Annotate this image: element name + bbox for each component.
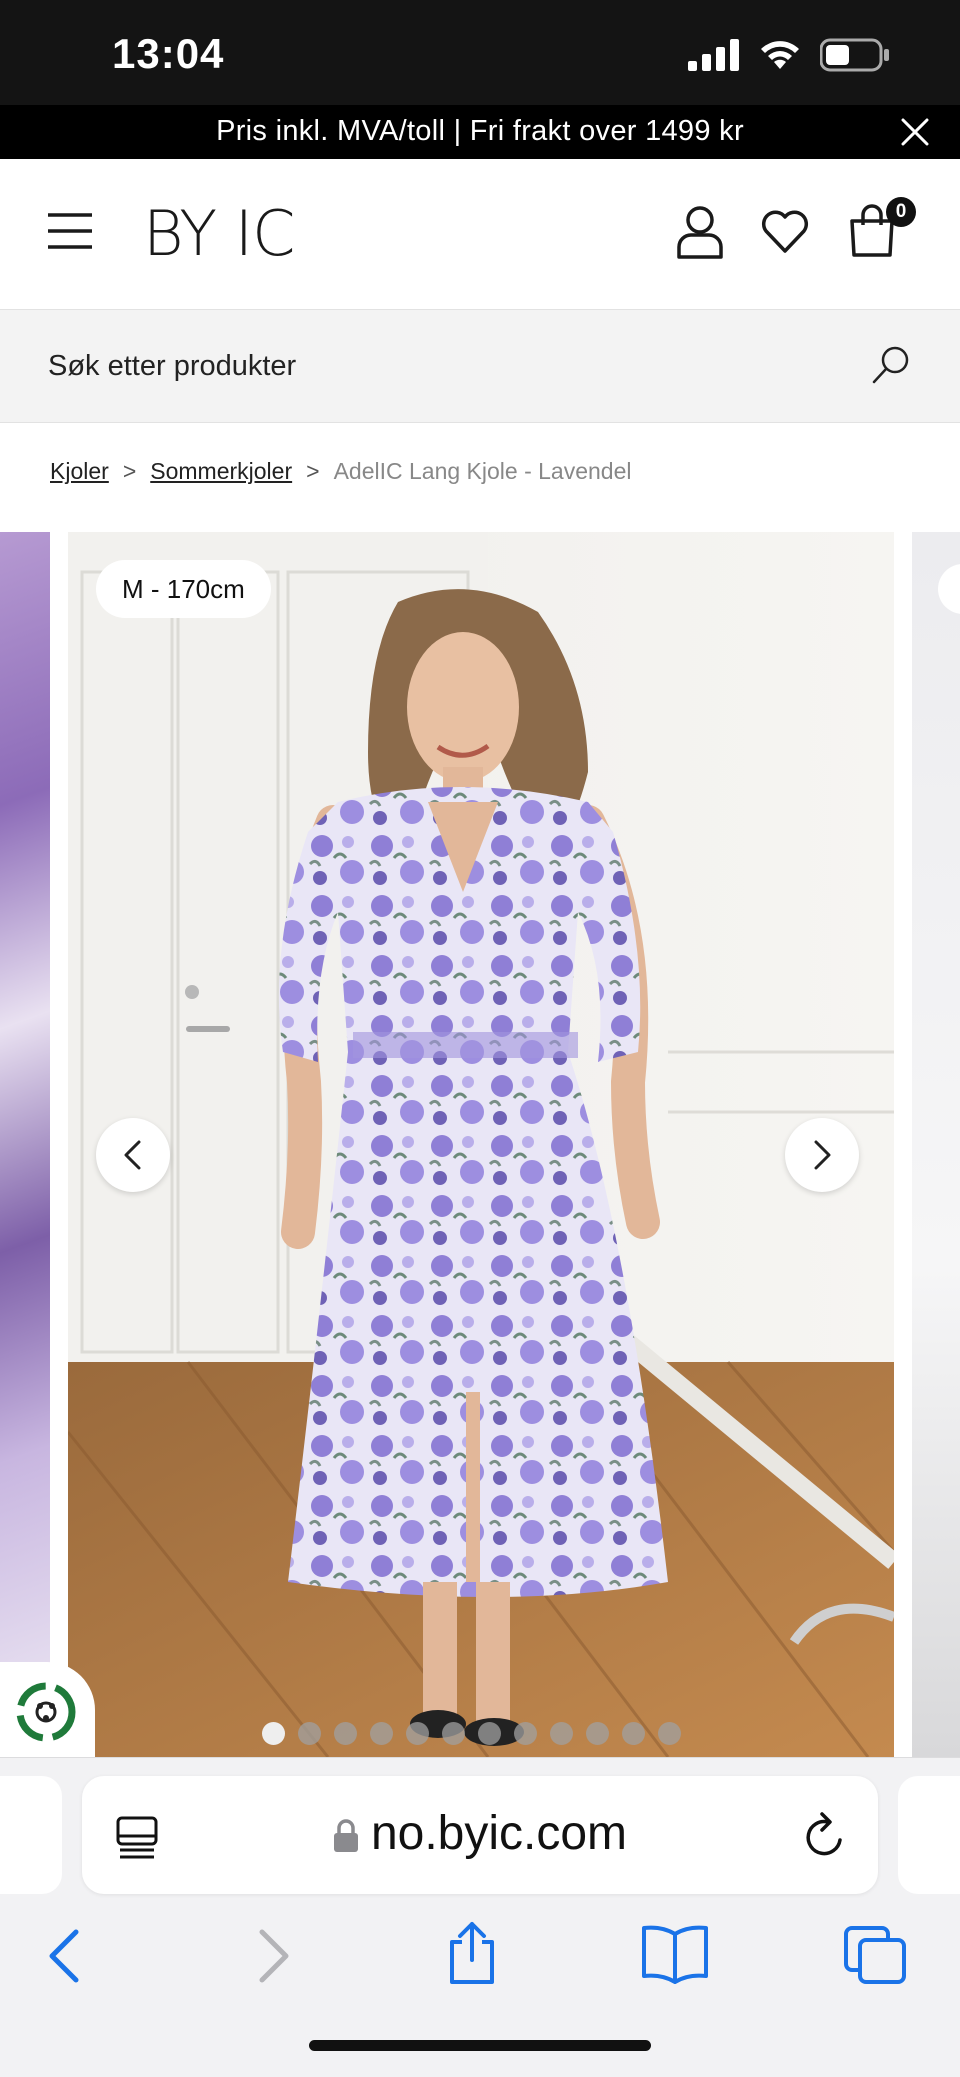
gallery-dot[interactable] xyxy=(550,1722,573,1745)
gallery-dot[interactable] xyxy=(478,1722,501,1745)
breadcrumb-current: AdelIC Lang Kjole - Lavendel xyxy=(333,458,632,484)
user-icon[interactable] xyxy=(676,205,724,259)
next-tab-peek[interactable] xyxy=(898,1776,960,1894)
promo-banner: Pris inkl. MVA/toll | Fri frakt over 149… xyxy=(0,105,960,159)
next-slide-peek[interactable] xyxy=(912,532,960,1757)
product-photo[interactable] xyxy=(68,532,894,1757)
status-icons xyxy=(688,38,890,72)
gallery-prev-button[interactable] xyxy=(96,1118,170,1192)
recycle-icon xyxy=(16,1682,76,1742)
browser-chrome: no.byic.com xyxy=(0,1757,960,2077)
search-input[interactable]: Søk etter produkter xyxy=(48,350,296,383)
back-icon[interactable] xyxy=(46,1928,82,1984)
gallery-dot[interactable] xyxy=(442,1722,465,1745)
forward-icon[interactable] xyxy=(256,1928,292,1984)
share-icon[interactable] xyxy=(444,1920,500,1986)
promo-text: Pris inkl. MVA/toll | Fri frakt over 149… xyxy=(216,115,744,147)
gallery-dot[interactable] xyxy=(514,1722,537,1745)
gallery-dot[interactable] xyxy=(622,1722,645,1745)
gallery-dot[interactable] xyxy=(298,1722,321,1745)
url-text: no.byic.com xyxy=(370,1807,628,1860)
search-bar[interactable]: Søk etter produkter xyxy=(0,309,960,423)
chevron-left-icon xyxy=(124,1140,141,1170)
cellular-signal-icon xyxy=(688,39,739,71)
product-image-dress-model xyxy=(68,532,894,1757)
previous-slide-peek[interactable] xyxy=(0,532,50,1757)
close-icon[interactable] xyxy=(900,117,930,147)
gallery-dot[interactable] xyxy=(262,1722,285,1745)
gallery-dot[interactable] xyxy=(370,1722,393,1745)
gallery-dot[interactable] xyxy=(406,1722,429,1745)
lock-icon xyxy=(333,1819,358,1853)
chevron-right-icon xyxy=(814,1140,831,1170)
bookmarks-icon[interactable] xyxy=(640,1924,710,1984)
eco-badge[interactable] xyxy=(0,1662,95,1757)
status-time: 13:04 xyxy=(112,30,225,77)
gallery-dot[interactable] xyxy=(334,1722,357,1745)
gallery-next-button[interactable] xyxy=(785,1118,859,1192)
status-bar: 13:04 xyxy=(0,0,960,105)
product-gallery[interactable]: M - 170cm xyxy=(0,532,960,1757)
reload-icon[interactable] xyxy=(802,1810,848,1860)
breadcrumb-link-sommerkjoler[interactable]: Sommerkjoler xyxy=(150,458,292,485)
size-height-tag: M - 170cm xyxy=(96,560,271,618)
search-icon[interactable] xyxy=(870,344,912,386)
gallery-dot[interactable] xyxy=(658,1722,681,1745)
cart-count-badge: 0 xyxy=(886,197,916,227)
battery-icon xyxy=(820,38,889,72)
heart-icon[interactable] xyxy=(760,207,810,255)
previous-tab-peek[interactable] xyxy=(0,1776,62,1894)
browser-toolbar xyxy=(0,1908,960,2008)
tabs-icon[interactable] xyxy=(842,1924,908,1986)
hamburger-menu-icon[interactable] xyxy=(48,211,92,251)
wifi-icon xyxy=(761,41,799,69)
site-header: BY IC 0 xyxy=(0,159,960,309)
gallery-pagination-dots xyxy=(262,1722,681,1745)
breadcrumb: Kjoler > Sommerkjoler > AdelIC Lang Kjol… xyxy=(50,458,631,485)
address-bar[interactable]: no.byic.com xyxy=(82,1776,878,1894)
brand-logo[interactable]: BY IC xyxy=(143,197,295,270)
gallery-dot[interactable] xyxy=(586,1722,609,1745)
breadcrumb-separator: > xyxy=(306,458,320,484)
home-indicator xyxy=(309,2040,651,2051)
breadcrumb-link-kjoler[interactable]: Kjoler xyxy=(50,458,109,485)
url-display[interactable]: no.byic.com xyxy=(82,1806,878,1861)
breadcrumb-separator: > xyxy=(122,458,137,484)
